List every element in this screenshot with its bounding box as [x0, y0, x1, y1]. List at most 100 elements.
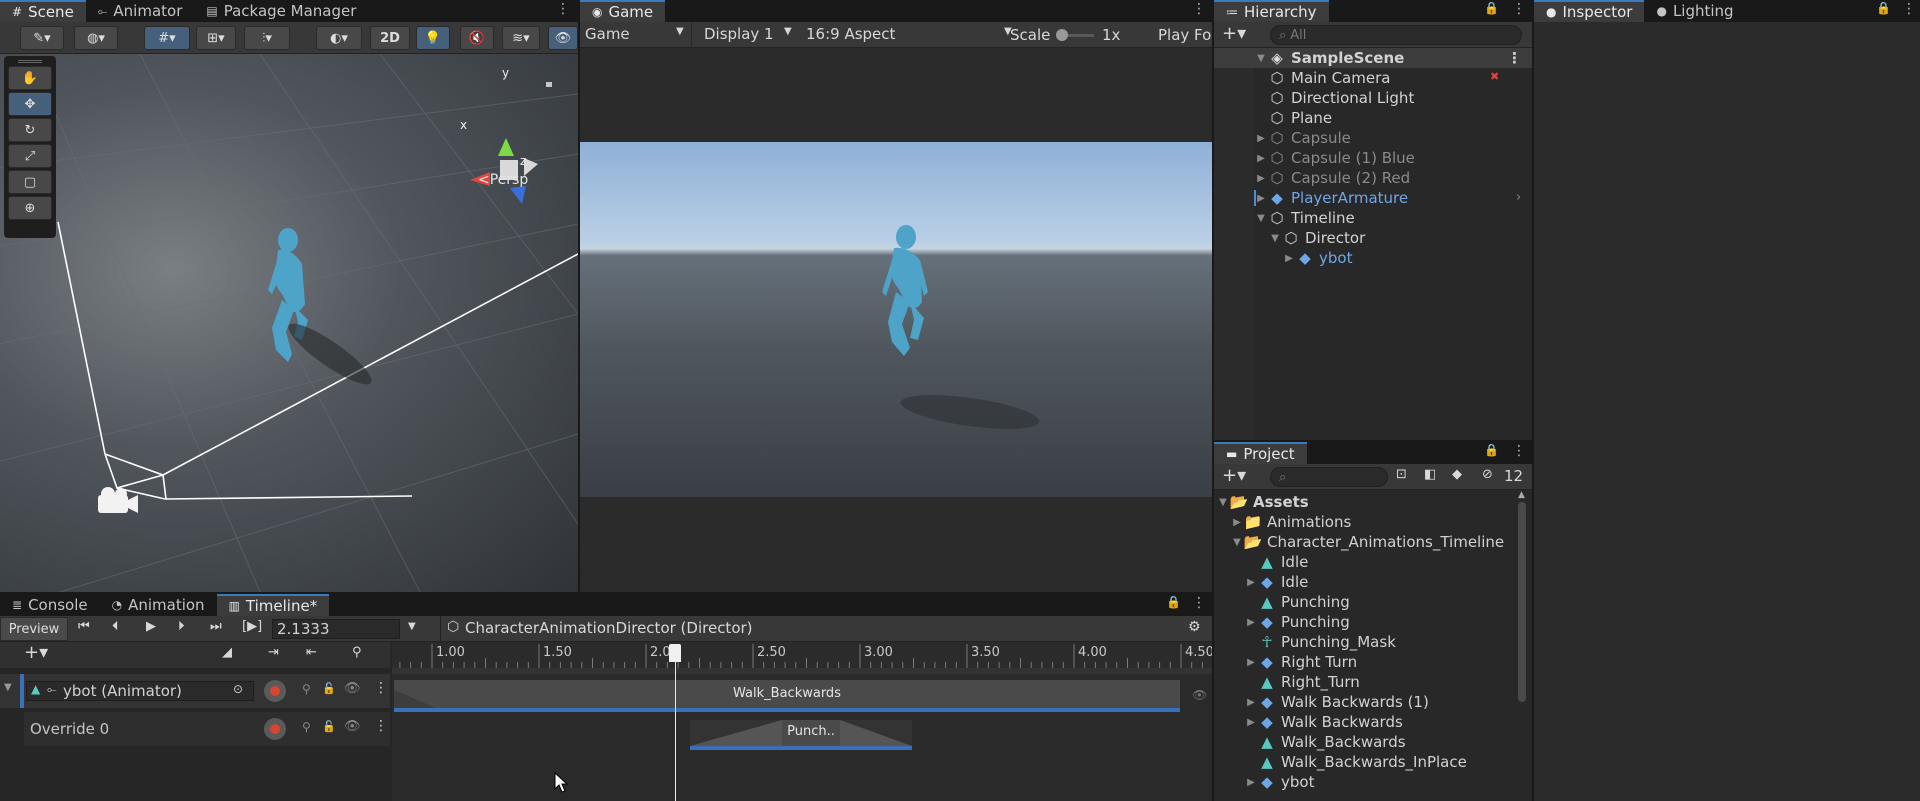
hierarchy-item-ybot[interactable]: ▶ ◆ ybot: [1282, 248, 1352, 268]
tab-game[interactable]: ◉ Game: [580, 0, 666, 22]
audio-toggle-icon[interactable]: 🔇: [460, 26, 494, 50]
create-asset-button[interactable]: +▾: [1222, 465, 1246, 486]
project-item-ybot[interactable]: ▶ ◆ ybot: [1244, 772, 1314, 792]
tab-scene[interactable]: # Scene: [0, 0, 86, 22]
scene-visibility-icon[interactable]: 👁: [548, 26, 578, 50]
clip-edit-mode-replace-icon[interactable]: ⇤: [306, 645, 317, 660]
project-item-punching-mask[interactable]: ☥ Punching_Mask: [1258, 632, 1396, 652]
mute-eye-icon[interactable]: 👁: [344, 681, 361, 696]
tab-inspector[interactable]: ● Inspector: [1534, 0, 1645, 22]
hierarchy-search-input[interactable]: ⌕ All: [1270, 25, 1522, 45]
hierarchy-item-capsule-red[interactable]: ▶ ⬡ Capsule (2) Red: [1254, 168, 1410, 188]
timeline-settings-icon[interactable]: ⚙: [1188, 619, 1201, 635]
grid-button[interactable]: ⊞▾: [196, 26, 236, 50]
play-range-button[interactable]: [▶]: [242, 619, 262, 634]
project-item-assets[interactable]: ▼ 📂 Assets: [1216, 492, 1309, 512]
lock-icon[interactable]: 🔓: [322, 682, 336, 695]
hierarchy-item-capsule[interactable]: ▶ ⬡ Capsule: [1254, 128, 1351, 148]
object-picker-icon[interactable]: ⊙: [233, 682, 243, 696]
hierarchy-item-playerarmature[interactable]: ▶ ◆ PlayerArmature: [1254, 188, 1408, 208]
scroll-up-icon[interactable]: ▲: [1518, 490, 1525, 500]
project-item-right-turn-clip[interactable]: ▲ Right_Turn: [1258, 672, 1360, 692]
play-icon[interactable]: ▶: [146, 619, 156, 634]
expand-arrow-icon[interactable]: ▶: [1244, 657, 1258, 668]
lock-icon[interactable]: 🔓: [322, 720, 336, 733]
director-breadcrumb[interactable]: ⬡ CharacterAnimationDirector (Director): [440, 616, 760, 642]
track-header-override[interactable]: Override 0 ⚲ 🔓 👁 ⋮: [24, 712, 390, 746]
search-by-type-icon[interactable]: ⊡: [1396, 467, 1407, 482]
snap-icon[interactable]: ⚲: [352, 645, 362, 660]
prev-frame-icon[interactable]: ⏴: [112, 619, 119, 634]
project-scrollbar[interactable]: [1518, 502, 1526, 702]
lock-icon[interactable]: 🔒: [1166, 595, 1181, 609]
mute-eye-icon[interactable]: 👁: [344, 719, 361, 734]
project-menu-icon[interactable]: ⋮: [1512, 443, 1526, 459]
move-tool-icon[interactable]: ✥: [8, 92, 52, 116]
time-field[interactable]: 2.1333: [272, 619, 400, 639]
render-mode-dropdown[interactable]: ◍▾: [74, 26, 118, 50]
increment-snap-button[interactable]: ⫶▾: [244, 26, 290, 50]
project-item-character-animations-timeline[interactable]: ▼ 📂 Character_Animations_Timeline: [1230, 532, 1504, 552]
tab-lighting[interactable]: ● Lighting: [1644, 0, 1745, 22]
hierarchy-item-plane[interactable]: ⬡ Plane: [1268, 108, 1332, 128]
timeline-menu-icon[interactable]: ⋮: [1192, 595, 1206, 611]
tab-project[interactable]: ▬ Project: [1214, 442, 1307, 464]
expand-arrow-icon[interactable]: ▶: [1244, 577, 1258, 588]
scale-tool-icon[interactable]: ⤢: [8, 144, 52, 168]
clip-edit-mode-mix-icon[interactable]: ◢: [222, 645, 232, 660]
hidden-packages-icon[interactable]: ⊘: [1482, 467, 1493, 482]
project-item-punching-model[interactable]: ▶ ◆ Punching: [1244, 612, 1350, 632]
lock-icon[interactable]: 🔒: [1876, 1, 1891, 15]
tab-console[interactable]: ≣ Console: [0, 594, 100, 616]
track-menu-icon[interactable]: ⋮: [374, 680, 388, 696]
time-format-dropdown[interactable]: ▼: [408, 621, 416, 632]
toggle-2d-button[interactable]: 2D: [370, 26, 410, 50]
hierarchy-item-main-camera[interactable]: ⬡ Main Camera: [1268, 68, 1390, 88]
add-object-button[interactable]: +▾: [1222, 23, 1246, 44]
scale-slider[interactable]: [1056, 29, 1094, 41]
hierarchy-item-capsule-blue[interactable]: ▶ ⬡ Capsule (1) Blue: [1254, 148, 1415, 168]
expand-arrow-icon[interactable]: ▶: [1282, 253, 1296, 264]
expand-arrow-icon[interactable]: ▶: [1254, 173, 1268, 184]
clip-walk-backwards[interactable]: Walk_Backwards: [394, 680, 1180, 712]
preview-button[interactable]: Preview: [0, 617, 68, 641]
tab-animation[interactable]: ◔ Animation: [100, 594, 217, 616]
expand-arrow-icon[interactable]: ▼: [1230, 537, 1244, 548]
lock-icon[interactable]: 🔒: [1484, 443, 1499, 457]
project-search-input[interactable]: ⌕: [1270, 467, 1388, 487]
game-render[interactable]: [580, 142, 1212, 497]
expand-arrow-icon[interactable]: ▶: [1244, 717, 1258, 728]
hierarchy-item-directional-light[interactable]: ⬡ Directional Light: [1268, 88, 1414, 108]
draw-mode-dropdown[interactable]: ✎▾: [20, 26, 64, 50]
scene-menu-icon[interactable]: ⋮: [556, 1, 570, 17]
shading-dropdown[interactable]: ◐▾: [316, 26, 362, 50]
effects-dropdown[interactable]: ≋▾: [502, 26, 540, 50]
next-frame-icon[interactable]: ⏵: [178, 619, 185, 634]
expand-arrow-icon[interactable]: ▶: [1254, 133, 1268, 144]
snap-grid-button[interactable]: #▾: [144, 26, 190, 50]
goto-start-icon[interactable]: ⏮: [78, 619, 90, 634]
track-visibility-icon[interactable]: 👁: [1192, 688, 1207, 702]
aspect-dropdown[interactable]: 16:9 Aspect ▼: [802, 22, 1020, 48]
tag-icon[interactable]: ◆: [1452, 467, 1462, 482]
project-item-walk-backwards-1[interactable]: ▶ ◆ Walk Backwards (1): [1244, 692, 1429, 712]
rotate-tool-icon[interactable]: ↻: [8, 118, 52, 142]
animator-object-field[interactable]: ▲ ⟜ ybot (Animator) ⊙: [26, 681, 254, 701]
transform-tool-icon[interactable]: ⊕: [8, 196, 52, 220]
hierarchy-menu-icon[interactable]: ⋮: [1512, 1, 1526, 17]
lock-icon[interactable]: 🔒: [1484, 1, 1499, 15]
game-mode-dropdown[interactable]: Game ▼: [580, 22, 692, 48]
hierarchy-item-director[interactable]: ▼ ⬡ Director: [1268, 228, 1365, 248]
expand-arrow-icon[interactable]: ▶: [1230, 517, 1244, 528]
record-icon[interactable]: [264, 718, 286, 740]
playhead-handle[interactable]: [668, 644, 681, 662]
tab-package-manager[interactable]: ▤ Package Manager: [194, 0, 368, 22]
game-menu-icon[interactable]: ⋮: [1192, 1, 1206, 17]
display-dropdown[interactable]: Display 1 ▼: [698, 22, 798, 48]
tab-animator[interactable]: ⟜ Animator: [86, 0, 195, 22]
inspector-menu-icon[interactable]: ⋮: [1902, 1, 1916, 17]
hand-tool-icon[interactable]: ✋: [8, 66, 52, 90]
rect-tool-icon[interactable]: ▢: [8, 170, 52, 194]
expand-arrow-icon[interactable]: ▶: [1244, 697, 1258, 708]
expand-arrow-icon[interactable]: ▼: [1254, 213, 1268, 224]
